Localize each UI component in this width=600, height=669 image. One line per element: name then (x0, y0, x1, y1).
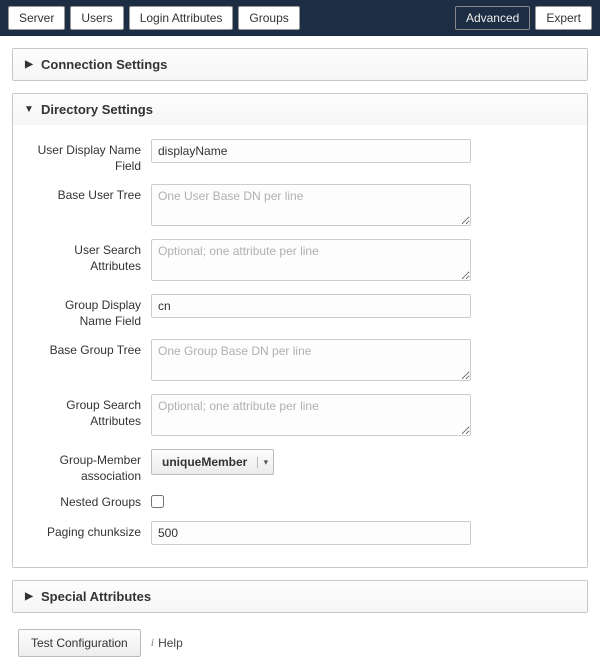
panel-header-connection[interactable]: ▶ Connection Settings (13, 49, 587, 80)
group-member-association-select[interactable]: uniqueMember ▾ (151, 449, 274, 475)
label-nested-groups: Nested Groups (31, 495, 151, 511)
nested-groups-checkbox[interactable] (151, 495, 164, 508)
tab-groups[interactable]: Groups (238, 6, 299, 30)
label-group-member-association: Group-Member association (31, 449, 151, 484)
chevron-right-icon: ▶ (23, 59, 35, 70)
panel-title: Connection Settings (41, 57, 167, 72)
label-user-display-name: User Display Name Field (31, 139, 151, 174)
tab-advanced[interactable]: Advanced (455, 6, 530, 30)
base-user-tree-textarea[interactable] (151, 184, 471, 226)
label-group-display-name: Group Display Name Field (31, 294, 151, 329)
tab-expert[interactable]: Expert (535, 6, 592, 30)
user-search-attributes-textarea[interactable] (151, 239, 471, 281)
test-configuration-button[interactable]: Test Configuration (18, 629, 141, 657)
group-display-name-input[interactable] (151, 294, 471, 318)
label-group-search-attributes: Group Search Attributes (31, 394, 151, 429)
chevron-down-icon: ▼ (23, 104, 35, 115)
chevron-down-icon: ▾ (257, 457, 273, 468)
panel-title: Directory Settings (41, 102, 153, 117)
paging-chunksize-input[interactable] (151, 521, 471, 545)
label-user-search-attributes: User Search Attributes (31, 239, 151, 274)
tab-server[interactable]: Server (8, 6, 65, 30)
select-value: uniqueMember (152, 455, 257, 469)
help-label: Help (158, 636, 183, 650)
base-group-tree-textarea[interactable] (151, 339, 471, 381)
panel-title: Special Attributes (41, 589, 151, 604)
panel-header-directory[interactable]: ▼ Directory Settings (13, 94, 587, 125)
panel-connection-settings: ▶ Connection Settings (12, 48, 588, 81)
tab-users[interactable]: Users (70, 6, 123, 30)
panel-directory-settings: ▼ Directory Settings User Display Name F… (12, 93, 588, 568)
user-display-name-input[interactable] (151, 139, 471, 163)
label-base-user-tree: Base User Tree (31, 184, 151, 204)
top-tabbar: Server Users Login Attributes Groups Adv… (0, 0, 600, 36)
group-search-attributes-textarea[interactable] (151, 394, 471, 436)
info-icon: i (151, 635, 154, 650)
panel-special-attributes: ▶ Special Attributes (12, 580, 588, 613)
tab-login-attributes[interactable]: Login Attributes (129, 6, 234, 30)
chevron-right-icon: ▶ (23, 591, 35, 602)
label-paging-chunksize: Paging chunksize (31, 525, 151, 541)
help-link[interactable]: i Help (151, 635, 183, 650)
panel-header-special[interactable]: ▶ Special Attributes (13, 581, 587, 612)
label-base-group-tree: Base Group Tree (31, 339, 151, 359)
